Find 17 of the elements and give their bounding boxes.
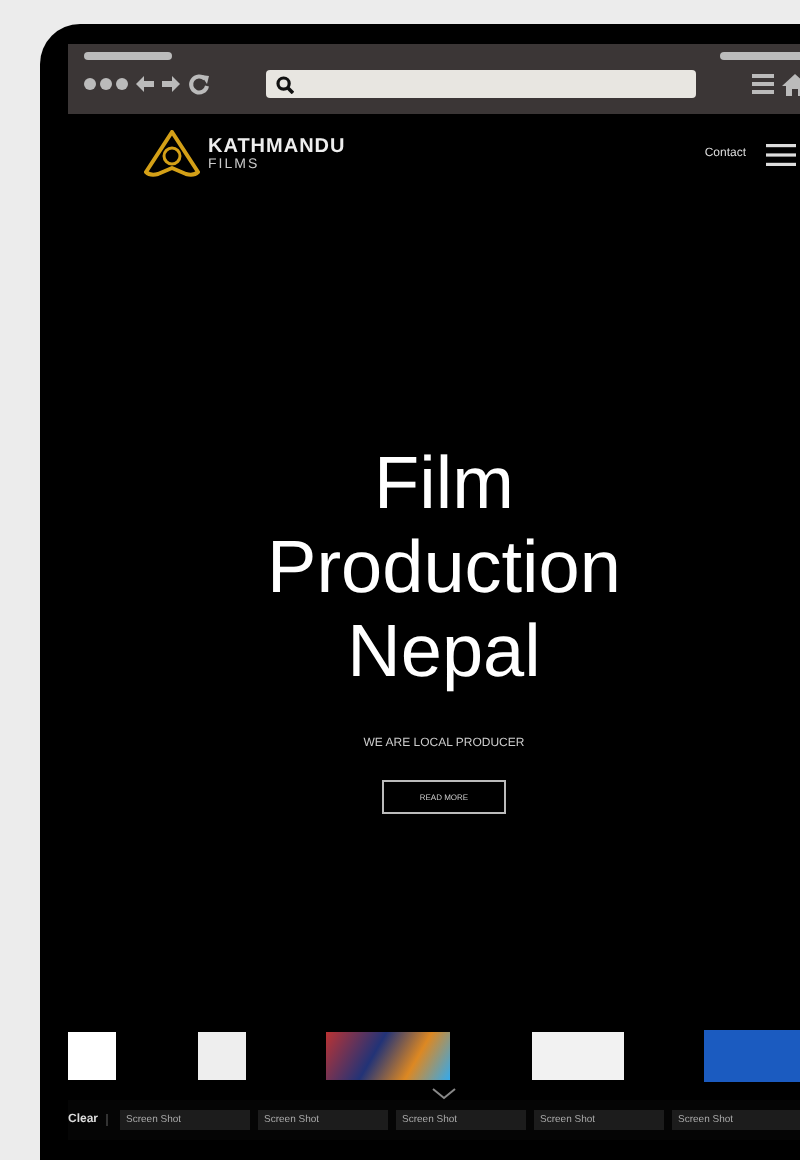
window-dots-icon[interactable] <box>84 76 128 92</box>
address-field[interactable] <box>266 70 696 98</box>
chevron-down-icon[interactable] <box>432 1088 456 1100</box>
partner-logo <box>197 1032 245 1080</box>
search-icon <box>276 75 294 93</box>
partner-logo <box>326 1032 450 1080</box>
partner-logo <box>531 1032 623 1080</box>
partner-logo <box>68 1032 116 1080</box>
menu-icon[interactable] <box>752 74 774 94</box>
menu-icon[interactable] <box>766 143 796 165</box>
partner-logo <box>704 1030 800 1082</box>
back-arrow-icon[interactable] <box>136 76 154 92</box>
logo-emblem-icon <box>144 130 200 178</box>
brand-name: KATHMANDU <box>208 137 346 157</box>
forward-arrow-icon[interactable] <box>162 76 180 92</box>
reload-icon[interactable] <box>188 73 210 95</box>
hero-title: Film Production Nepal <box>267 442 621 694</box>
